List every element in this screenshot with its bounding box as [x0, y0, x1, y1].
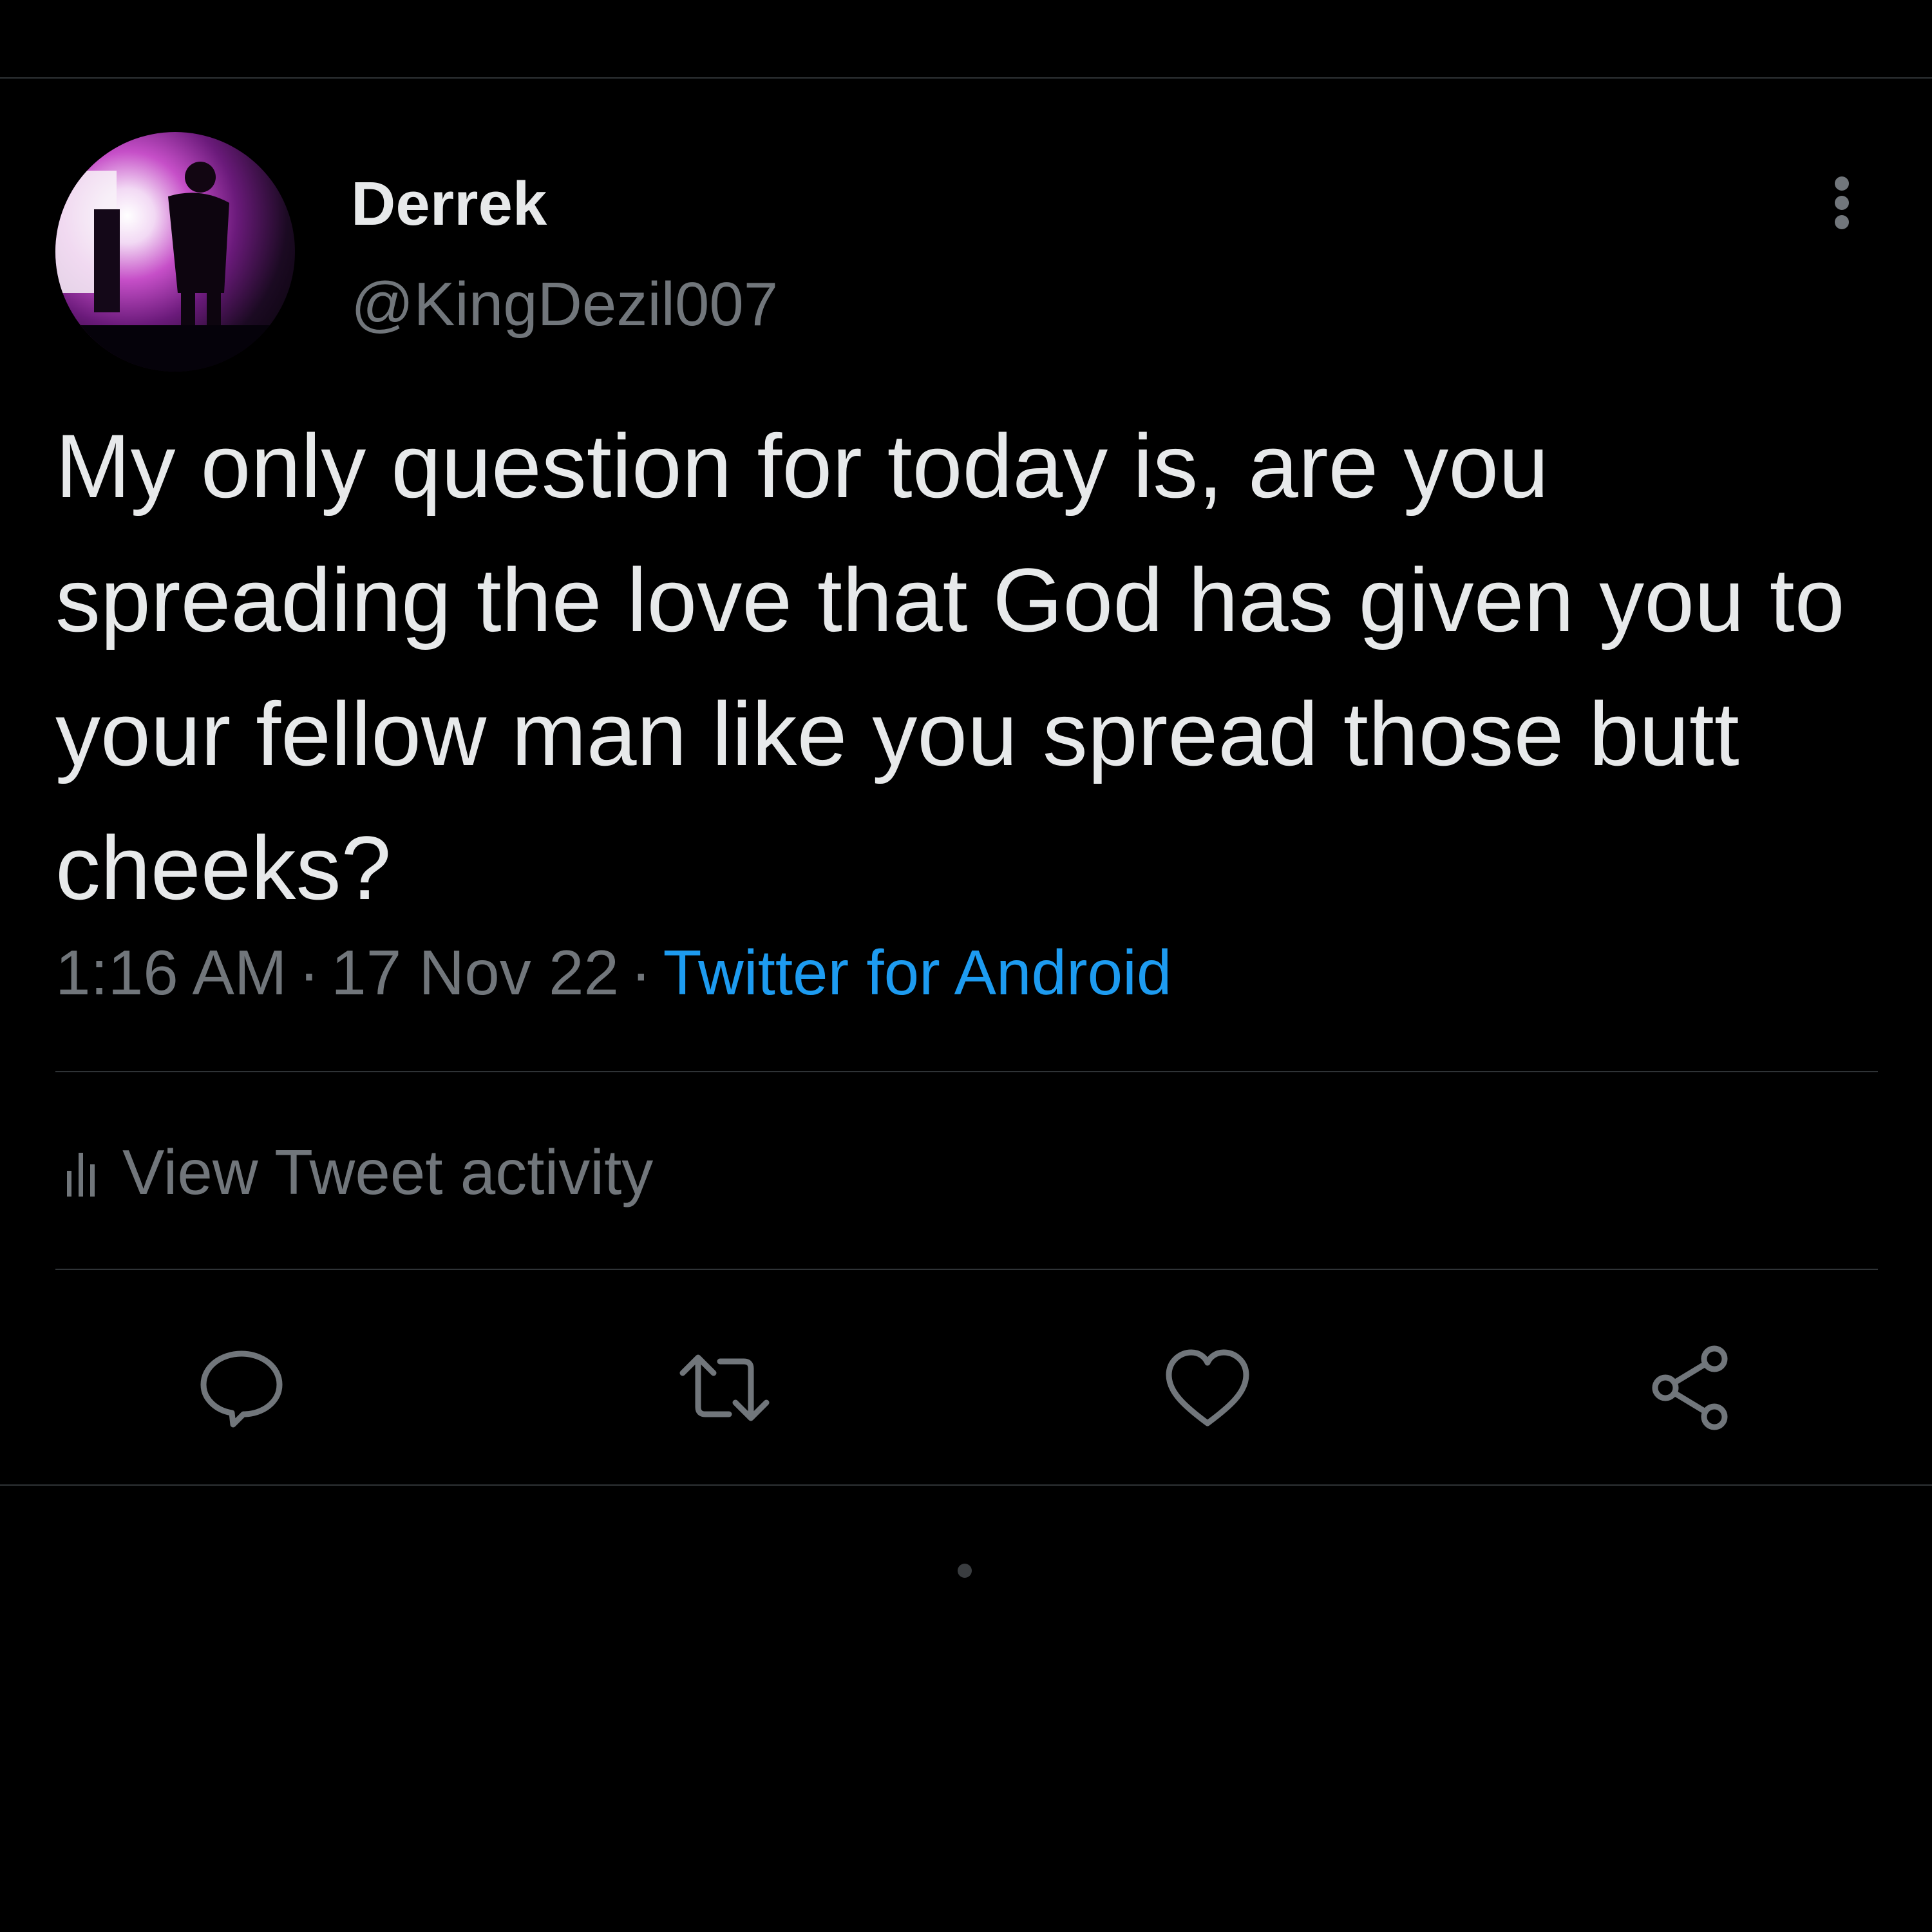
more-dot-icon	[1835, 196, 1849, 210]
display-name[interactable]: Derrek	[351, 169, 547, 240]
divider	[55, 1269, 1878, 1270]
more-options-button[interactable]	[1823, 167, 1861, 238]
tweet-meta: 1:16 AM · 17 Nov 22 · Twitter for Android	[55, 934, 1171, 1011]
tweet-date[interactable]: 17 Nov 22	[331, 937, 619, 1008]
bottom-divider	[0, 1484, 1932, 1486]
tweet-time[interactable]: 1:16 AM	[55, 937, 287, 1008]
reply-button[interactable]	[193, 1340, 290, 1436]
view-tweet-activity-button[interactable]: View Tweet activity	[64, 1133, 653, 1211]
avatar[interactable]	[55, 132, 295, 372]
analytics-icon	[67, 1153, 95, 1197]
meta-separator: ·	[298, 937, 320, 1008]
top-divider	[0, 77, 1932, 79]
more-dot-icon	[1835, 215, 1849, 229]
share-button[interactable]	[1642, 1340, 1739, 1436]
tweet-source-link[interactable]: Twitter for Android	[663, 937, 1172, 1008]
meta-separator: ·	[630, 937, 652, 1008]
reply-icon	[200, 1350, 283, 1428]
divider	[55, 1071, 1878, 1072]
share-icon	[1652, 1345, 1728, 1430]
page-indicator-dot	[958, 1564, 972, 1578]
view-tweet-activity-label: View Tweet activity	[122, 1136, 654, 1208]
like-icon	[1166, 1349, 1249, 1426]
tweet-text: My only question for today is, are you s…	[55, 415, 1845, 918]
user-handle[interactable]: @KingDezil007	[351, 269, 778, 340]
retweet-icon	[679, 1354, 770, 1421]
retweet-button[interactable]	[676, 1340, 773, 1436]
more-dot-icon	[1835, 176, 1849, 191]
like-button[interactable]	[1159, 1340, 1256, 1436]
avatar-image	[55, 162, 295, 372]
